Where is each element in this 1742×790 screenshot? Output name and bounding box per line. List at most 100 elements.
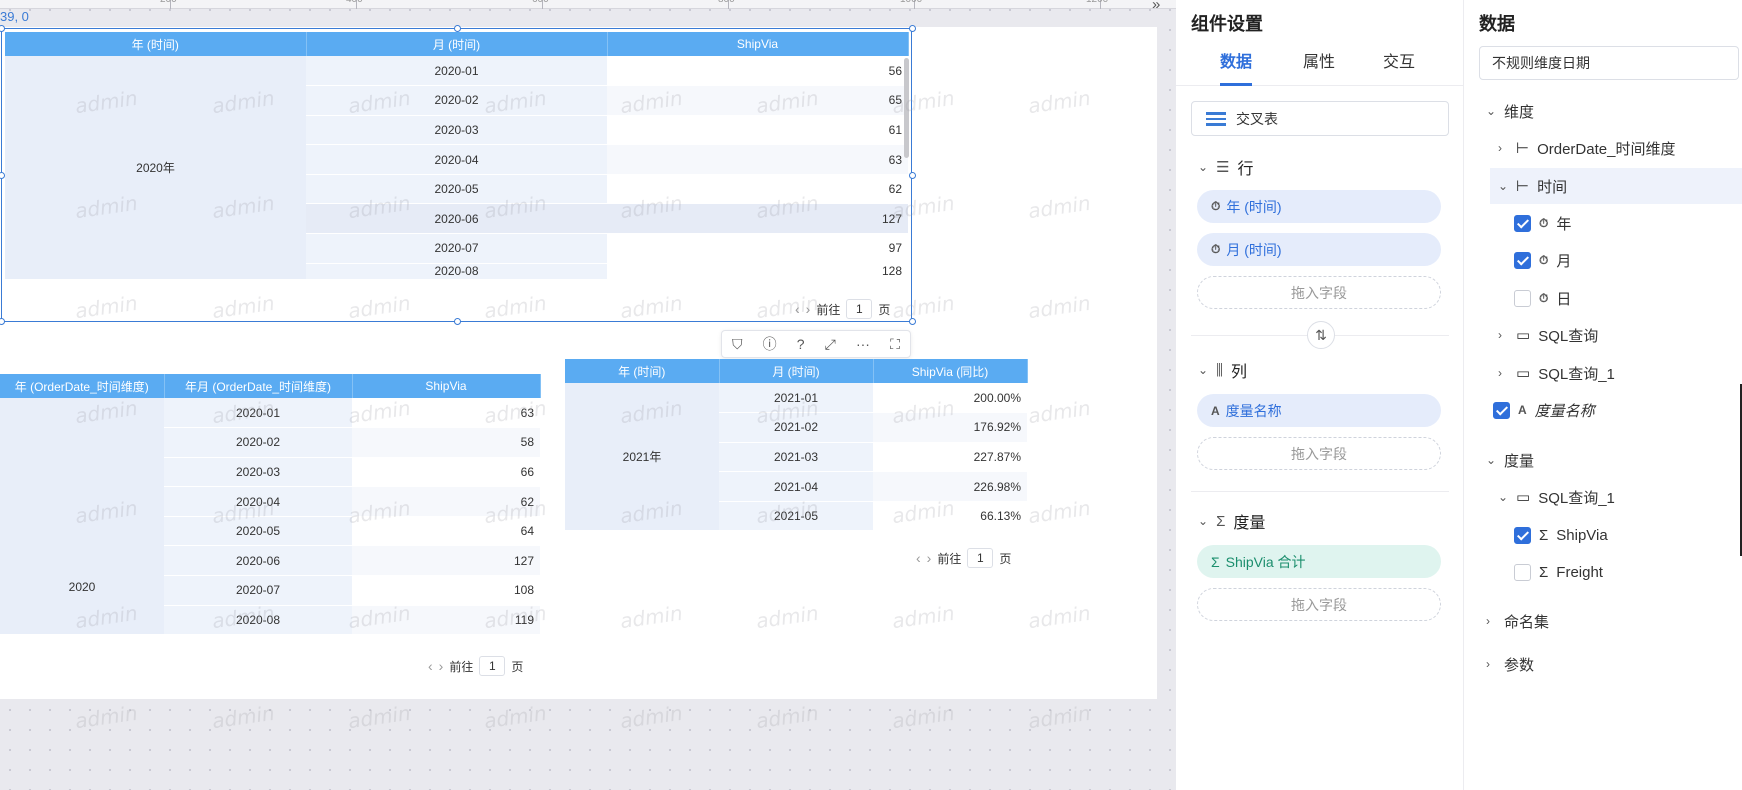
watermark-text: admin xyxy=(346,700,413,734)
filter-icon[interactable]: ⛉ xyxy=(732,336,743,353)
row-field-month[interactable]: ⏱ 月 (时间) xyxy=(1197,233,1441,266)
collapse-panel-icon[interactable]: » xyxy=(1152,0,1160,13)
checkbox-checked[interactable] xyxy=(1514,526,1531,544)
tree-item-year[interactable]: ⏱ 年 xyxy=(1514,206,1571,240)
tree-item-orderdate[interactable]: › ⊢ OrderDate_时间维度 xyxy=(1498,131,1675,165)
columns-section-header[interactable]: ⌄ ⫼ 列 xyxy=(1198,358,1247,382)
watermark-text: admin xyxy=(210,700,277,734)
table-scrollbar[interactable] xyxy=(904,58,909,158)
next-page-icon[interactable]: › xyxy=(927,550,932,566)
params-section[interactable]: › 参数 xyxy=(1486,647,1534,681)
column-header[interactable]: ShipVia xyxy=(352,374,541,398)
tree-item-measure-name[interactable]: A 度量名称 xyxy=(1493,393,1595,427)
value-cell: 119 xyxy=(352,605,540,636)
tree-item-month[interactable]: ⏱ 月 xyxy=(1514,243,1571,277)
measure-field-shipvia[interactable]: Σ ShipVia 合计 xyxy=(1197,545,1441,578)
pagination-2: ‹ › 前往 1 页 xyxy=(428,656,523,676)
expand-icon[interactable]: ⤢ xyxy=(825,336,836,353)
columns-icon: ⫼ xyxy=(1216,361,1223,379)
tree-item-measure-group[interactable]: ⌄ ▭ SQL查询_1 xyxy=(1498,480,1615,514)
checkbox-unchecked[interactable] xyxy=(1514,289,1531,307)
next-page-icon[interactable]: › xyxy=(439,658,444,674)
column-header[interactable]: 年 (时间) xyxy=(565,359,720,383)
month-cell: 2021-04 xyxy=(719,471,873,502)
tree-item-label: ShipVia xyxy=(1556,526,1608,544)
date-type-icon: ⏱ xyxy=(1539,290,1549,305)
value-cell: 127 xyxy=(607,203,908,235)
page-input[interactable]: 1 xyxy=(967,548,994,568)
checkbox-unchecked[interactable] xyxy=(1514,563,1531,581)
columns-label: 列 xyxy=(1230,364,1247,381)
column-header[interactable]: ShipVia xyxy=(607,32,909,56)
column-header[interactable]: ShipVia (同比) xyxy=(873,359,1028,383)
prev-page-icon[interactable]: ‹ xyxy=(795,301,800,317)
prev-page-icon[interactable]: ‹ xyxy=(428,658,433,674)
cross-table-widget-1[interactable]: 年 (时间) 月 (时间) ShipVia 2020年 2020-01 56 202… xyxy=(5,32,909,280)
column-drop-zone[interactable]: 拖入字段 xyxy=(1197,437,1441,470)
column-header[interactable]: 月 (时间) xyxy=(306,32,608,56)
chart-type-selector[interactable]: 交叉表 xyxy=(1191,101,1449,136)
tab-data[interactable]: 数据 xyxy=(1220,48,1253,86)
chevron-down-icon: ⌄ xyxy=(1486,104,1497,118)
params-label: 参数 xyxy=(1504,656,1535,674)
column-header[interactable]: 年月 (OrderDate_时间维度) xyxy=(164,374,353,398)
more-icon[interactable]: ··· xyxy=(856,336,870,352)
cross-table-widget-3[interactable]: 年 (时间) 月 (时间) ShipVia (同比) 2021年 2021-01 2… xyxy=(565,359,1028,532)
tab-interaction[interactable]: 交互 xyxy=(1383,48,1415,84)
date-type-icon: ⏱ xyxy=(1211,199,1221,213)
tree-item-day[interactable]: ⏱ 日 xyxy=(1514,281,1571,315)
value-cell: 61 xyxy=(607,115,908,146)
chevron-right-icon: › xyxy=(1486,657,1490,671)
checkbox-checked[interactable] xyxy=(1514,214,1531,232)
tab-properties[interactable]: 属性 xyxy=(1303,48,1335,84)
checkbox-checked[interactable] xyxy=(1493,401,1510,419)
value-cell: 227.87% xyxy=(873,442,1027,473)
tree-item-freight[interactable]: Σ Freight xyxy=(1514,555,1603,589)
measures-section-header[interactable]: ⌄ Σ 度量 xyxy=(1198,509,1265,533)
field-label: ShipVia 合计 xyxy=(1225,553,1306,570)
measure-drop-zone[interactable]: 拖入字段 xyxy=(1197,588,1441,621)
next-page-icon[interactable]: › xyxy=(806,301,811,317)
chevron-right-icon: › xyxy=(1498,366,1502,380)
dataset-selector[interactable]: 不规则维度日期 xyxy=(1479,46,1739,80)
column-header[interactable]: 年 (OrderDate_时间维度) xyxy=(0,374,165,398)
row-drop-zone[interactable]: 拖入字段 xyxy=(1197,276,1441,309)
month-cell: 2020-01 xyxy=(306,56,607,87)
row-field-year[interactable]: ⏱ 年 (时间) xyxy=(1197,190,1441,223)
page-input[interactable]: 1 xyxy=(846,299,873,319)
column-field-measure-name[interactable]: A 度量名称 xyxy=(1197,394,1441,427)
report-canvas[interactable]: 200 400 600 800 1000 1200 39, 0 » 年 (时间)… xyxy=(0,0,1176,790)
value-cell: 97 xyxy=(607,233,908,264)
tree-item-time[interactable]: ⌄ ⊢ 时间 xyxy=(1498,169,1567,203)
column-header[interactable]: 年 (时间) xyxy=(5,32,307,56)
tree-item-shipvia[interactable]: Σ ShipVia xyxy=(1514,518,1608,552)
rows-section-header[interactable]: ⌄ ☰ 行 xyxy=(1198,155,1254,179)
month-cell: 2020-08 xyxy=(306,263,607,280)
goto-label: 前往 xyxy=(937,551,962,566)
swap-rows-columns-icon[interactable]: ⇅ xyxy=(1307,321,1335,349)
cross-table-widget-2[interactable]: 年 (OrderDate_时间维度) 年月 (OrderDate_时间维度) S… xyxy=(0,374,541,636)
tree-item-label: 时间 xyxy=(1537,178,1568,196)
value-cell: 56 xyxy=(607,56,908,87)
checkbox-checked[interactable] xyxy=(1514,251,1531,269)
field-label: 月 (时间) xyxy=(1226,241,1282,258)
page-input[interactable]: 1 xyxy=(479,656,506,676)
year-cell: 2021年 xyxy=(565,383,719,532)
prev-page-icon[interactable]: ‹ xyxy=(916,550,921,566)
dimensions-section[interactable]: ⌄ 维度 xyxy=(1486,94,1534,128)
measures-section[interactable]: ⌄ 度量 xyxy=(1486,443,1534,477)
help-icon[interactable]: ? xyxy=(797,336,805,352)
tree-item-label: 月 xyxy=(1556,252,1572,270)
fullscreen-icon[interactable]: ⛶ xyxy=(890,336,900,353)
tree-item-sql-1[interactable]: › ▭ SQL查询_1 xyxy=(1498,356,1615,390)
page-unit: 页 xyxy=(878,302,891,317)
chevron-right-icon: › xyxy=(1498,141,1502,155)
column-header[interactable]: 月 (时间) xyxy=(719,359,874,383)
info-icon[interactable]: ⓘ xyxy=(763,334,777,354)
month-cell: 2020-07 xyxy=(306,233,607,264)
pagination-3: ‹ › 前往 1 页 xyxy=(916,548,1011,568)
tree-item-sql[interactable]: › ▭ SQL查询 xyxy=(1498,318,1598,352)
date-type-icon: ⏱ xyxy=(1539,252,1549,267)
year-cell: 2020 xyxy=(0,398,164,636)
named-sets-section[interactable]: › 命名集 xyxy=(1486,604,1549,638)
